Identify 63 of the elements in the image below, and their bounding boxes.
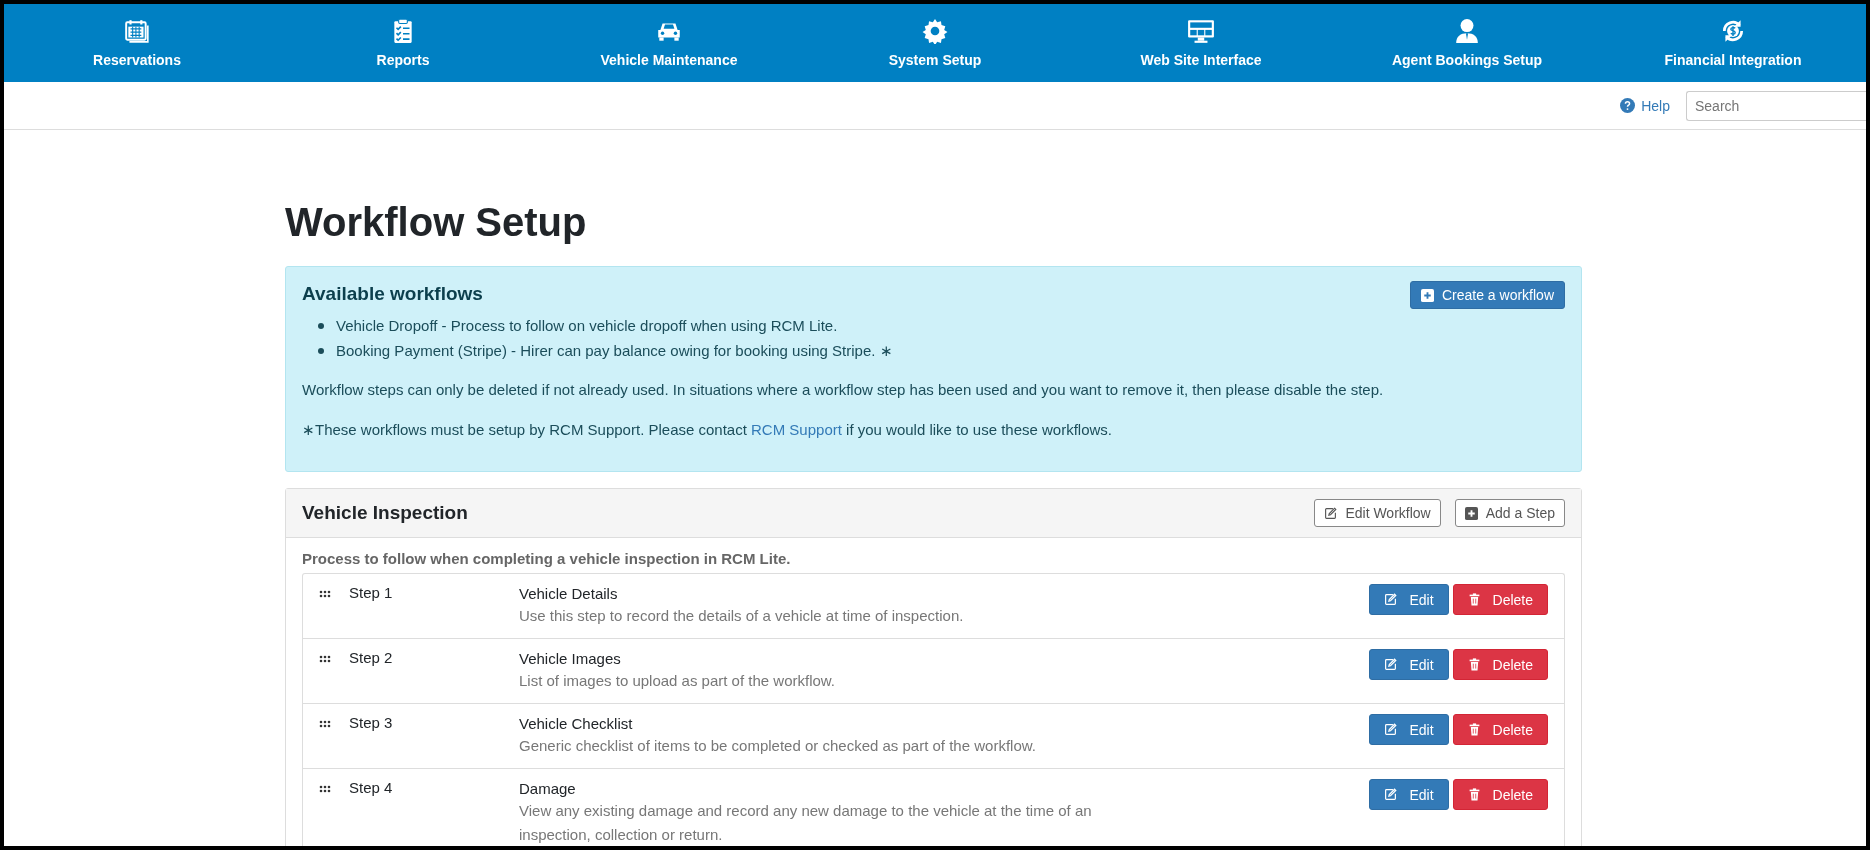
drag-handle-icon[interactable] [319, 655, 331, 663]
help-icon [1620, 98, 1636, 113]
edit-icon [1384, 723, 1398, 736]
edit-button[interactable]: Edit [1369, 649, 1449, 680]
support-text: ∗These workflows must be setup by RCM Support. Please contact RCM Support if you would like to use these workflows. [302, 420, 1114, 440]
nav-item[interactable]: Web Site Interface [1068, 4, 1334, 82]
delete-button[interactable]: Delete [1452, 714, 1548, 745]
step-number: Step 3 [349, 714, 394, 731]
edit-workflow-button[interactable]: Edit Workflow [1314, 499, 1441, 527]
plus-square-icon [1464, 506, 1478, 520]
step-number: Step 4 [349, 779, 394, 796]
edit-icon [1384, 593, 1398, 606]
trash-icon [1467, 723, 1481, 736]
help-link[interactable]: Help [1620, 97, 1670, 114]
workflow-list-item: Vehicle Dropoff - Process to follow on vehicle dropoff when using RCM Lite. [336, 316, 838, 336]
nav-item[interactable]: Agent Bookings Setup [1334, 4, 1600, 82]
drag-handle-icon[interactable] [319, 720, 331, 728]
edit-button[interactable]: Edit [1369, 779, 1449, 810]
trash-icon [1467, 788, 1481, 801]
step-description: View any existing damage and record any new damage to the vehicle at the time of an inspection, collection or return. [519, 801, 1093, 845]
nav-item[interactable]: Reservations [4, 4, 270, 82]
delete-button[interactable]: Delete [1452, 779, 1548, 810]
step-name: Damage [519, 779, 577, 799]
workflow-list-item: Booking Payment (Stripe) - Hirer can pay balance owing for booking using Stripe. ∗ [336, 341, 893, 361]
bullet-icon [318, 322, 324, 329]
step-description: Use this step to record the details of a vehicle at time of inspection. [519, 606, 965, 626]
create-workflow-button[interactable]: Create a workflow [1409, 281, 1565, 309]
nav-item[interactable]: Financial Integration [1600, 4, 1866, 82]
trash-icon [1467, 658, 1481, 671]
search-field[interactable]: Search [1686, 90, 1866, 121]
page-title: Workflow Setup [285, 200, 588, 244]
person-icon [1453, 18, 1481, 44]
step-name: Vehicle Images [519, 649, 622, 669]
plus-square-icon [1420, 288, 1434, 302]
panel-title: Vehicle Inspection [302, 502, 468, 524]
note-text: Workflow steps can only be deleted if not already used. In situations where a workflow step has been used and you want to remove it, then please disable the step. [302, 380, 1385, 400]
nav-item[interactable]: Vehicle Maintenance [536, 4, 802, 82]
monitor-icon [1187, 18, 1215, 44]
gear-icon [921, 18, 949, 44]
step-name: Vehicle Details [519, 584, 619, 604]
trash-icon [1467, 593, 1481, 606]
edit-button[interactable]: Edit [1369, 714, 1449, 745]
step-number: Step 1 [349, 584, 394, 601]
add-step-button[interactable]: Add a Step [1454, 499, 1565, 527]
nav-item[interactable]: System Setup [802, 4, 1068, 82]
step-description: List of images to upload as part of the workflow. [519, 671, 836, 691]
delete-button[interactable]: Delete [1452, 584, 1548, 615]
step-description: Generic checklist of items to be completed or checked as part of the workflow. [519, 736, 1037, 756]
delete-button[interactable]: Delete [1452, 649, 1548, 680]
workflow-description: Process to follow when completing a vehicle inspection in RCM Lite. [302, 550, 792, 567]
edit-icon [1324, 506, 1338, 520]
edit-button[interactable]: Edit [1369, 584, 1449, 615]
calendar-icon [123, 18, 151, 44]
edit-icon [1384, 658, 1398, 671]
bullet-icon [318, 347, 324, 354]
drag-handle-icon[interactable] [319, 590, 331, 598]
nav-item[interactable]: Reports [270, 4, 536, 82]
step-number: Step 2 [349, 649, 394, 666]
support-link[interactable]: RCM Support [751, 421, 842, 438]
drag-handle-icon[interactable] [319, 785, 331, 793]
step-name: Vehicle Checklist [519, 714, 634, 734]
section-heading: Available workflows [302, 283, 483, 305]
edit-icon [1384, 788, 1398, 801]
